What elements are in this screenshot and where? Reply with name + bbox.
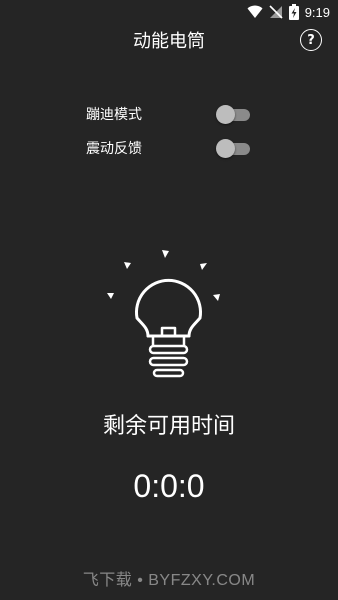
help-button[interactable]: ? [300, 29, 322, 51]
toggle-thumb [216, 139, 235, 158]
battery-charging-icon [288, 4, 299, 20]
watermark: 飞下载 • BYFZXY.COM [82, 572, 256, 589]
setting-disco-mode: 蹦迪模式 [86, 102, 252, 126]
help-icon: ? [307, 32, 315, 48]
status-icons: 9:19 [247, 3, 330, 21]
disco-mode-label: 蹦迪模式 [86, 107, 142, 123]
status-bar: 9:19 [0, 0, 338, 24]
setting-vibration-feedback: 震动反馈 [86, 136, 252, 160]
disco-mode-toggle[interactable] [216, 103, 252, 125]
toggle-thumb [216, 105, 235, 124]
vibration-feedback-toggle[interactable] [216, 137, 252, 159]
wifi-icon [247, 5, 263, 19]
app-title: 动能电筒 [133, 31, 205, 52]
vibration-feedback-label: 震动反馈 [86, 141, 142, 157]
remaining-time-value: 0:0:0 [133, 468, 205, 504]
remaining-time-label: 剩余可用时间 [102, 414, 235, 439]
lightbulb-icon [107, 250, 220, 378]
signal-off-icon [269, 5, 283, 19]
flashlight-button[interactable] [104, 248, 234, 380]
status-time: 9:19 [304, 4, 330, 20]
